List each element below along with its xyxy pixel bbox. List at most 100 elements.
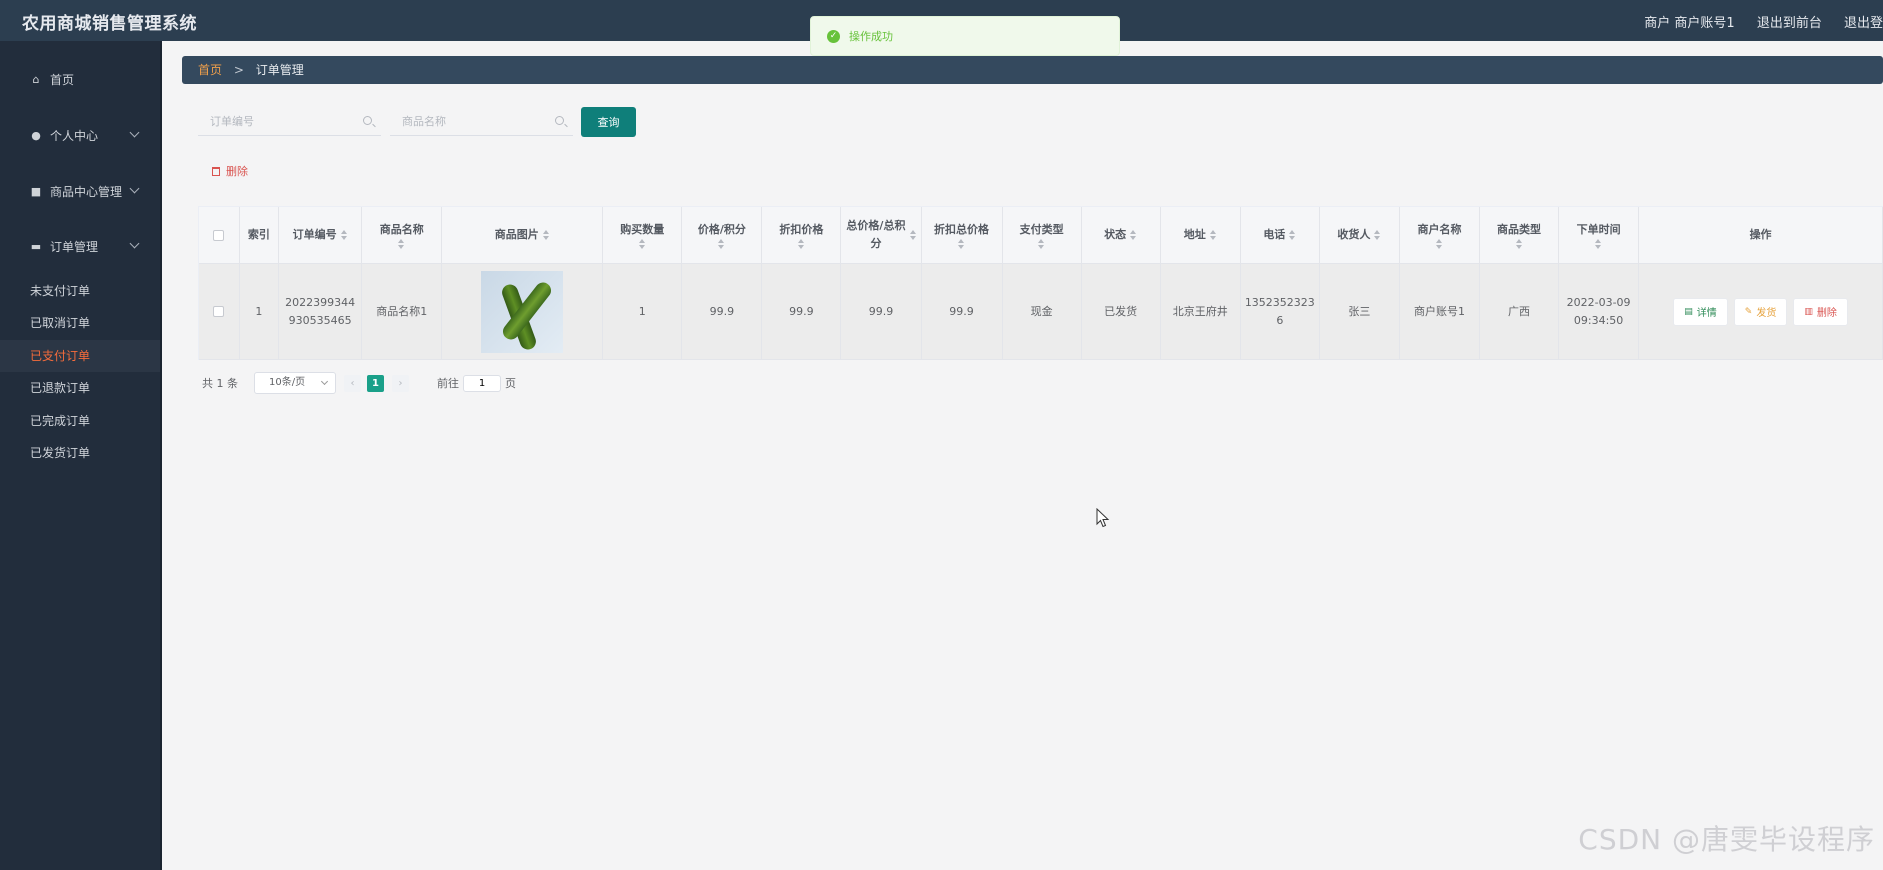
goods-image xyxy=(481,270,564,353)
cell-status: 已发货 xyxy=(1081,264,1161,360)
column-header-status[interactable]: 状态 xyxy=(1081,207,1161,264)
success-toast: ✓ 操作成功 xyxy=(810,16,1120,56)
watermark: CSDN @唐雯毕设程序 xyxy=(1578,823,1875,856)
order-no-input[interactable] xyxy=(198,108,348,134)
column-header-quantity[interactable]: 购买数量 xyxy=(603,207,683,264)
pagination: 共 1 条 10条/页 ‹ 1 › 前往 页 xyxy=(202,372,516,394)
sidebar-item-personal-center[interactable]: ● 个人中心 xyxy=(0,115,160,155)
goods-name-search-field xyxy=(390,108,573,136)
sort-icon[interactable] xyxy=(797,238,805,250)
edit-icon: ✎ xyxy=(1744,306,1753,317)
sidebar-subitem-completed[interactable]: 已完成订单 xyxy=(0,405,160,437)
sidebar-item-label: 商品中心管理 xyxy=(50,184,123,199)
header-actions: 商户 商户账号1 退出到前台 退出登 xyxy=(1626,12,1883,31)
user-icon: ● xyxy=(31,128,41,142)
chevron-down-icon xyxy=(320,377,329,386)
select-all-checkbox[interactable] xyxy=(213,229,225,241)
sidebar-item-home[interactable]: ⌂ 首页 xyxy=(0,59,160,99)
sidebar-subitem-refunded[interactable]: 已退款订单 xyxy=(0,372,160,404)
sort-icon[interactable] xyxy=(1515,238,1523,250)
sort-icon[interactable] xyxy=(1130,229,1137,241)
sort-icon[interactable] xyxy=(910,229,917,241)
sidebar-subitem-cancelled[interactable]: 已取消订单 xyxy=(0,307,160,339)
column-header-discount-total[interactable]: 折扣总价格 xyxy=(921,207,1003,264)
sort-icon[interactable] xyxy=(1209,229,1217,241)
breadcrumb-home-link[interactable]: 首页 xyxy=(198,63,222,77)
page-size-select[interactable]: 10条/页 xyxy=(254,372,336,394)
sidebar-item-label: 个人中心 xyxy=(50,128,99,143)
delete-button[interactable]: ▥ 删除 xyxy=(1793,297,1848,326)
check-circle-icon: ✓ xyxy=(827,29,840,43)
mouse-cursor xyxy=(1096,507,1110,532)
column-header-order-no[interactable]: 订单编号 xyxy=(279,207,363,264)
back-to-front-link[interactable]: 退出到前台 xyxy=(1757,16,1822,31)
app-title: 农用商城销售管理系统 xyxy=(22,14,197,34)
column-header-goods-image[interactable]: 商品图片 xyxy=(442,207,604,264)
column-header-category[interactable]: 商品类型 xyxy=(1479,207,1560,264)
column-header-index: 索引 xyxy=(239,207,280,264)
sort-icon[interactable] xyxy=(398,238,405,250)
order-no-search-field xyxy=(198,108,381,136)
header-select-all[interactable] xyxy=(199,207,240,264)
sidebar-item-goods-center[interactable]: ■ 商品中心管理 xyxy=(0,171,160,211)
cell-discount-price: 99.9 xyxy=(762,264,842,360)
sort-icon[interactable] xyxy=(1435,238,1443,250)
column-header-discount-price[interactable]: 折扣价格 xyxy=(762,207,842,264)
goto-page-input[interactable] xyxy=(463,374,501,392)
total-count: 共 1 条 xyxy=(202,377,238,390)
column-header-price[interactable]: 价格/积分 xyxy=(682,207,763,264)
column-header-order-time[interactable]: 下单时间 xyxy=(1559,207,1640,264)
logout-link[interactable]: 退出登 xyxy=(1844,16,1883,31)
cell-goods-name: 商品名称1 xyxy=(362,264,443,360)
search-icon xyxy=(363,116,372,125)
cell-total: 99.9 xyxy=(841,264,922,360)
sort-icon[interactable] xyxy=(1038,238,1045,250)
column-header-receiver[interactable]: 收货人 xyxy=(1319,207,1400,264)
batch-delete-button[interactable]: 删除 xyxy=(212,163,248,179)
sidebar: ⌂ 首页 ● 个人中心 ■ 商品中心管理 ▬ 订单管理 未支付订单 已取消订单 … xyxy=(0,41,162,870)
breadcrumb-current: 订单管理 xyxy=(255,63,304,77)
trash-icon: ▥ xyxy=(1804,306,1813,317)
prev-page-button[interactable]: ‹ xyxy=(344,374,361,392)
cell-price: 99.9 xyxy=(682,264,763,360)
chevron-down-icon xyxy=(129,127,140,138)
sidebar-item-order-management[interactable]: ▬ 订单管理 xyxy=(0,226,160,266)
cell-receiver: 张三 xyxy=(1319,264,1400,360)
column-header-total[interactable]: 总价格/总积分 xyxy=(841,207,922,264)
sidebar-subitem-shipped[interactable]: 已发货订单 xyxy=(0,437,160,469)
chevron-down-icon xyxy=(129,183,140,194)
column-header-merchant[interactable]: 商户名称 xyxy=(1399,207,1480,264)
column-header-pay-type[interactable]: 支付类型 xyxy=(1002,207,1082,264)
sort-icon[interactable] xyxy=(958,238,965,250)
sort-icon[interactable] xyxy=(1595,238,1602,250)
breadcrumb-separator: > xyxy=(233,63,244,77)
sort-icon[interactable] xyxy=(1374,229,1381,241)
row-select-cell[interactable] xyxy=(199,264,240,360)
cell-category: 广西 xyxy=(1479,264,1560,360)
sort-icon[interactable] xyxy=(638,238,646,250)
sidebar-subitem-paid[interactable]: 已支付订单 xyxy=(0,340,160,372)
sort-icon[interactable] xyxy=(1289,229,1296,241)
detail-button[interactable]: ▤ 详情 xyxy=(1673,297,1728,326)
goods-icon: ■ xyxy=(30,184,42,198)
column-header-goods-name[interactable]: 商品名称 xyxy=(362,207,443,264)
column-header-phone[interactable]: 电话 xyxy=(1240,207,1320,264)
cell-phone: 13523523236 xyxy=(1240,264,1320,360)
cell-goods-image xyxy=(442,264,604,360)
page-number-active[interactable]: 1 xyxy=(367,374,384,392)
sort-icon[interactable] xyxy=(542,229,550,241)
ship-button[interactable]: ✎ 发货 xyxy=(1733,297,1788,326)
cell-order-no: 2022399344930535465 xyxy=(279,264,363,360)
sidebar-item-label: 首页 xyxy=(50,72,75,87)
sort-icon[interactable] xyxy=(340,229,348,241)
column-header-address[interactable]: 地址 xyxy=(1160,207,1241,264)
sidebar-subitem-unpaid[interactable]: 未支付订单 xyxy=(0,275,160,307)
cell-address: 北京王府井 xyxy=(1160,264,1241,360)
cell-index: 1 xyxy=(239,264,280,360)
cell-pay-type: 现金 xyxy=(1002,264,1082,360)
next-page-button[interactable]: › xyxy=(392,374,409,392)
query-button[interactable]: 查询 xyxy=(581,107,636,137)
sort-icon[interactable] xyxy=(718,238,725,250)
row-checkbox[interactable] xyxy=(213,306,225,317)
goods-name-input[interactable] xyxy=(390,108,540,134)
